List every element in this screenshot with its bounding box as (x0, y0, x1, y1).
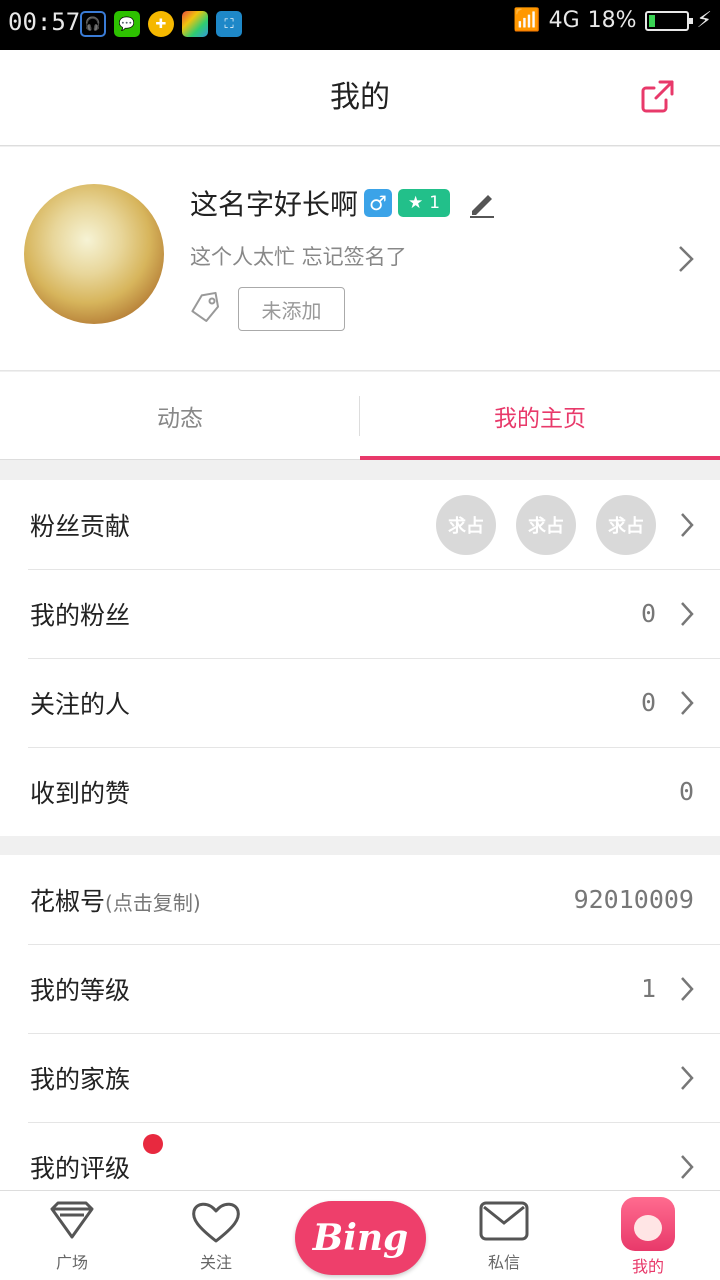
account-id-value: 92010009 (573, 885, 694, 914)
chevron-right-icon (681, 512, 694, 537)
plus-app-icon: ✚ (148, 11, 174, 37)
row-label: 花椒号(点击复制) (30, 882, 201, 918)
share-icon[interactable] (638, 76, 678, 116)
wechat-app-icon: 💬 (114, 11, 140, 37)
tab-activity[interactable]: 动态 (0, 372, 360, 459)
list-item-likes-received[interactable]: 收到的赞 0 (0, 747, 720, 836)
nickname: 这名字好长啊 (190, 188, 359, 221)
battery-fill (648, 14, 656, 27)
edit-pencil-icon[interactable] (466, 187, 498, 219)
nav-label: 广场 (55, 1253, 88, 1272)
headset-app-icon: 🎧 (80, 11, 106, 37)
diamond-icon (50, 1201, 94, 1239)
chevron-right-icon (681, 976, 694, 1001)
battery-icon (644, 10, 693, 31)
copy-hint: (点击复制) (105, 890, 201, 915)
nav-label: 我的 (631, 1257, 664, 1276)
tab-my-homepage[interactable]: 我的主页 (360, 372, 720, 460)
empty-fan-avatar: 求占 (516, 494, 576, 555)
fan-avatars: 求占 求占 求占 (436, 494, 656, 555)
me-avatar-icon (621, 1197, 675, 1251)
profile-card[interactable]: 这名字好长啊 ♂ ★ 1 这个人太忙 忘记签名了 未添加 (0, 147, 720, 371)
row-label: 粉丝贡献 (30, 511, 131, 541)
status-indicators: 📶 4G 18% ⚡ (513, 8, 712, 33)
screenshot-app-icon: ⛶ (216, 11, 242, 37)
nav-plaza[interactable]: 广场 (12, 1197, 132, 1273)
status-bar: 00:57 🎧 💬 ✚ ⛶ 📶 4G 18% ⚡ (0, 0, 720, 50)
page-title: 我的 (330, 80, 390, 115)
list-item-account-id[interactable]: 花椒号(点击复制) 92010009 (0, 855, 720, 944)
avatar[interactable] (24, 184, 164, 324)
list-item-following[interactable]: 关注的人 0 (0, 658, 720, 747)
empty-fan-avatar: 求占 (436, 494, 496, 555)
wifi-icon: 📶 (513, 8, 541, 33)
row-value: 0 (640, 688, 656, 717)
nav-label: 私信 (487, 1253, 520, 1272)
tab-divider (359, 396, 360, 436)
face-shape (634, 1215, 662, 1241)
row-label: 我的粉丝 (30, 600, 131, 630)
signature: 这个人太忙 忘记签名了 (190, 245, 407, 269)
row-label: 我的等级 (30, 975, 131, 1005)
list-item-my-family[interactable]: 我的家族 (0, 1033, 720, 1122)
chevron-right-icon (681, 690, 694, 715)
chevron-right-icon (681, 1065, 694, 1090)
list-item-fan-contribution[interactable]: 粉丝贡献 求占 求占 求占 (0, 480, 720, 569)
nav-label: 关注 (199, 1253, 232, 1272)
star-icon: ★ (408, 193, 424, 213)
heart-icon (192, 1202, 240, 1243)
row-value: 0 (678, 777, 694, 806)
notification-icons: 🎧 💬 ✚ ⛶ (80, 11, 242, 37)
mail-icon (479, 1201, 529, 1241)
empty-fan-avatar: 求占 (596, 494, 656, 555)
level-badge: ★ 1 (398, 189, 451, 217)
colorful-app-icon (182, 11, 208, 37)
chevron-right-icon (681, 601, 694, 626)
stats-list: 粉丝贡献 求占 求占 求占 我的粉丝 0 关注的人 0 收到的赞 0 (0, 480, 720, 836)
nav-me[interactable]: 我的 (588, 1197, 708, 1277)
list-item-my-level[interactable]: 我的等级 1 (0, 944, 720, 1033)
profile-tabs: 动态 我的主页 (0, 372, 720, 460)
chevron-right-icon (679, 246, 694, 272)
row-label: 我的家族 (30, 1064, 131, 1094)
row-value: 0 (640, 599, 656, 628)
bottom-nav: 广场 关注 Bing 私信 我的 (0, 1190, 720, 1280)
row-value: 1 (640, 974, 656, 1003)
bing-button[interactable]: Bing (295, 1201, 426, 1275)
row-label: 我的评级 (30, 1153, 131, 1183)
notification-dot (143, 1134, 163, 1154)
chevron-right-icon (681, 1154, 694, 1179)
top-header: 我的 (0, 50, 720, 146)
add-tag-button[interactable]: 未添加 (238, 287, 345, 331)
tag-icon (191, 291, 219, 322)
status-time: 00:57 (8, 8, 81, 36)
account-id-label: 花椒号 (30, 886, 106, 916)
account-list: 花椒号(点击复制) 92010009 我的等级 1 我的家族 我的评级 (0, 855, 720, 1211)
battery-percent: 18% (587, 8, 637, 33)
level-number: 1 (429, 193, 441, 213)
row-label: 收到的赞 (30, 778, 131, 808)
nav-following[interactable]: 关注 (156, 1197, 276, 1273)
list-item-my-fans[interactable]: 我的粉丝 0 (0, 569, 720, 658)
nav-messages[interactable]: 私信 (444, 1197, 564, 1273)
charging-icon: ⚡ (696, 8, 712, 33)
network-type: 4G (548, 8, 580, 33)
nickname-row: 这名字好长啊 ♂ ★ 1 (190, 183, 498, 223)
row-label: 关注的人 (30, 689, 131, 719)
gender-male-badge: ♂ (364, 189, 393, 217)
